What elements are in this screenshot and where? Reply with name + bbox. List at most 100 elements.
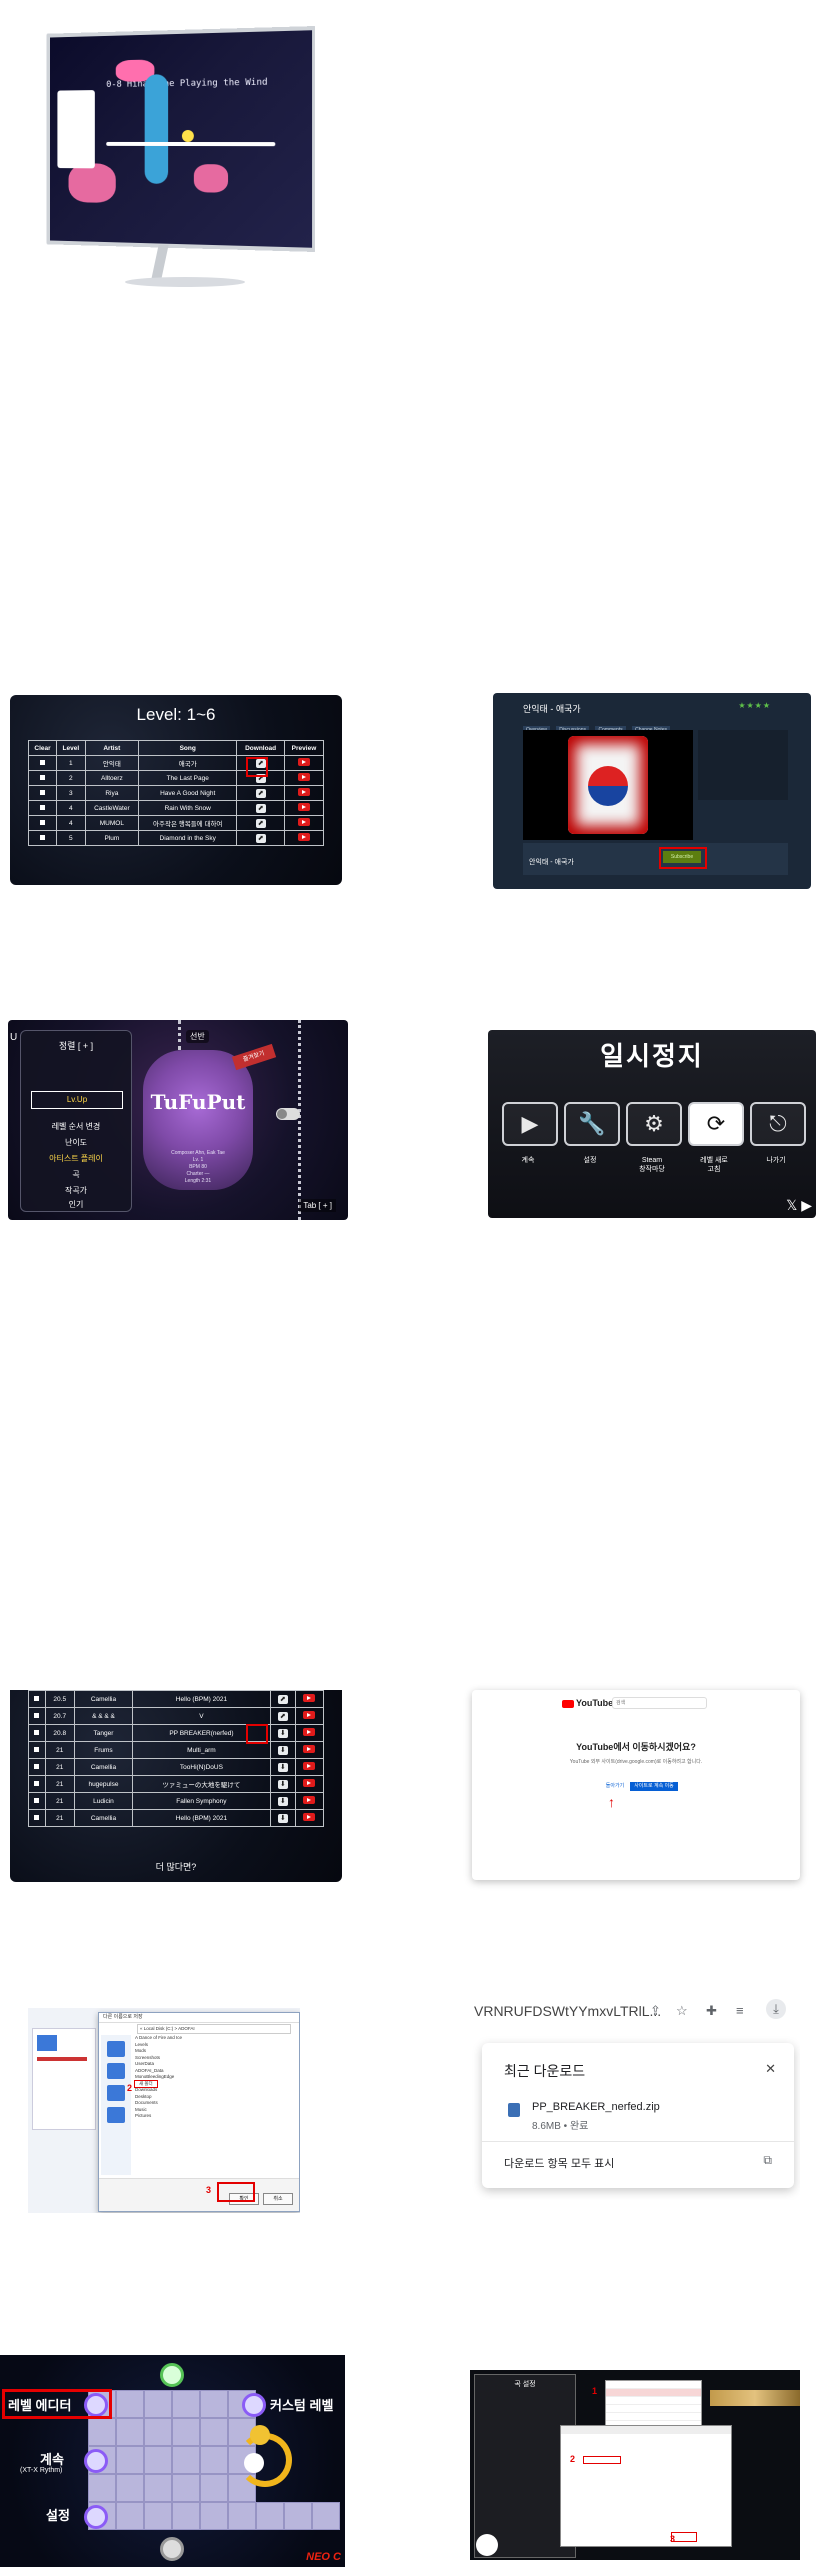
clear-checkbox[interactable] bbox=[34, 1729, 40, 1735]
artist-cell: Camellia bbox=[73, 1690, 134, 1708]
youtube-preview-icon[interactable] bbox=[303, 1711, 316, 1719]
level-cell: 21 bbox=[44, 1741, 75, 1759]
youtube-preview-icon[interactable] bbox=[297, 788, 310, 796]
download-icon[interactable]: ⬇ bbox=[277, 1728, 288, 1738]
download-icon[interactable]: ⬇ bbox=[277, 1779, 288, 1789]
song-cell: Hello (BPM) 2021 bbox=[132, 1809, 271, 1827]
extensions-icon[interactable]: ✚ bbox=[706, 2003, 717, 2019]
clear-checkbox[interactable] bbox=[34, 1712, 40, 1718]
download-icon[interactable]: ⬈ bbox=[277, 1711, 288, 1721]
settings-label: 설정 bbox=[46, 2508, 70, 2523]
desktop-icon[interactable] bbox=[107, 2041, 125, 2057]
clear-checkbox[interactable] bbox=[40, 774, 46, 780]
download-icon[interactable]: ⬈ bbox=[255, 788, 266, 798]
download-icon[interactable]: ⬇ bbox=[277, 1813, 288, 1823]
clear-checkbox[interactable] bbox=[34, 1797, 40, 1803]
close-icon[interactable]: ✕ bbox=[765, 2061, 776, 2077]
mini-label: U bbox=[10, 1032, 18, 1043]
settings-portal[interactable] bbox=[84, 2505, 108, 2529]
sort-option[interactable]: 레벨 순서 변경 bbox=[21, 1121, 131, 1132]
folder-item[interactable]: Pictures bbox=[135, 2113, 285, 2120]
artist-cell: Riya bbox=[84, 785, 140, 801]
menu-item[interactable] bbox=[606, 2381, 701, 2389]
artist-cell: MUMOL bbox=[84, 815, 140, 831]
selected-file-highlight[interactable] bbox=[583, 2456, 621, 2464]
youtube-preview-icon[interactable] bbox=[303, 1745, 316, 1753]
youtube-preview-icon[interactable] bbox=[303, 1796, 316, 1804]
download-file-name[interactable]: PP_BREAKER_nerfed.zip bbox=[532, 2101, 660, 2113]
top-portal[interactable] bbox=[160, 2363, 184, 2387]
clear-checkbox[interactable] bbox=[40, 819, 46, 825]
clear-checkbox[interactable] bbox=[34, 1695, 40, 1701]
song-select-screen: U 정렬 [ + ] Lv.Up 레벨 순서 변경 난이도 아티스트 플레이 곡… bbox=[8, 1020, 348, 1220]
download-icon[interactable]: ⤓ bbox=[766, 1999, 786, 2019]
youtube-preview-icon[interactable] bbox=[297, 818, 310, 826]
custom-level-portal[interactable] bbox=[242, 2393, 266, 2417]
youtube-preview-icon[interactable] bbox=[297, 803, 310, 811]
clear-checkbox[interactable] bbox=[34, 1746, 40, 1752]
sort-option[interactable]: 인기 bbox=[21, 1199, 131, 1210]
cancel-button[interactable]: 취소 bbox=[263, 2193, 293, 2205]
youtube-preview-icon[interactable] bbox=[303, 1779, 316, 1787]
documents-icon[interactable] bbox=[107, 2063, 125, 2079]
clear-checkbox[interactable] bbox=[40, 789, 46, 795]
continue-portal[interactable] bbox=[84, 2449, 108, 2473]
sort-option[interactable]: 아티스트 플레이 bbox=[21, 1153, 131, 1164]
menu-item[interactable] bbox=[606, 2389, 701, 2397]
resume-button[interactable]: ▶ bbox=[502, 1102, 558, 1146]
sort-option[interactable]: 난이도 bbox=[21, 1137, 131, 1148]
youtube-preview-icon[interactable] bbox=[303, 1694, 316, 1702]
song-cell: Diamond in the Sky bbox=[138, 830, 238, 846]
download-icon[interactable]: ⬇ bbox=[277, 1762, 288, 1772]
menu-item[interactable] bbox=[606, 2405, 701, 2413]
reading-list-icon[interactable]: ≡ bbox=[736, 2003, 744, 2018]
level-cell: 20.8 bbox=[44, 1724, 75, 1742]
clear-checkbox[interactable] bbox=[40, 834, 46, 840]
settings-button[interactable]: 🔧 bbox=[564, 1102, 620, 1146]
download-icon[interactable]: ⬈ bbox=[255, 818, 266, 828]
url-text[interactable]: VRNRUFDSWtYYmxvLTRlL... bbox=[474, 2003, 661, 2019]
clear-checkbox[interactable] bbox=[34, 1814, 40, 1820]
continue-to-site-button[interactable]: 사이트로 계속 이동 bbox=[630, 1782, 678, 1791]
menu-item[interactable] bbox=[606, 2413, 701, 2421]
menu-item[interactable] bbox=[606, 2397, 701, 2405]
favorite-tag[interactable]: 즐겨찾기 bbox=[231, 1043, 277, 1071]
youtube-preview-icon[interactable] bbox=[297, 773, 310, 781]
share-icon[interactable]: ⇪ bbox=[650, 2003, 661, 2019]
youtube-preview-icon[interactable] bbox=[303, 1813, 316, 1821]
download-icon[interactable]: ⬇ bbox=[277, 1796, 288, 1806]
download-icon[interactable]: ⬇ bbox=[277, 1745, 288, 1755]
song-settings-title: 곡 설정 bbox=[514, 2381, 536, 2388]
dialog-titlebar bbox=[561, 2426, 731, 2434]
sort-option[interactable]: 곡 bbox=[21, 1169, 131, 1180]
clear-checkbox[interactable] bbox=[40, 759, 46, 765]
download-icon[interactable]: ⬈ bbox=[255, 803, 266, 813]
youtube-search-input[interactable]: 검색 bbox=[612, 1697, 707, 1709]
address-bar[interactable]: « Local Disk (C:) > ADOFAI bbox=[137, 2024, 291, 2034]
open-external-icon[interactable]: ⧉ bbox=[763, 2153, 772, 2168]
editor-logo-icon bbox=[476, 2534, 498, 2556]
download-icon[interactable]: ⬈ bbox=[255, 833, 266, 843]
folder-item[interactable]: MonoBleedingEdge bbox=[135, 2074, 285, 2081]
refresh-levels-button[interactable]: ⟳ bbox=[688, 1102, 744, 1146]
youtube-preview-icon[interactable] bbox=[303, 1728, 316, 1736]
youtube-preview-icon[interactable] bbox=[297, 758, 310, 766]
favorite-toggle[interactable] bbox=[276, 1108, 300, 1120]
clear-checkbox[interactable] bbox=[34, 1780, 40, 1786]
bottom-portal[interactable] bbox=[160, 2537, 184, 2561]
youtube-preview-icon[interactable] bbox=[303, 1762, 316, 1770]
show-all-downloads-link[interactable]: 다운로드 항목 모두 표시 bbox=[504, 2155, 614, 2171]
youtube-preview-icon[interactable] bbox=[297, 833, 310, 841]
network-icon[interactable] bbox=[107, 2107, 125, 2123]
clear-checkbox[interactable] bbox=[34, 1763, 40, 1769]
steam-workshop-button[interactable]: ⚙ bbox=[626, 1102, 682, 1146]
pc-icon[interactable] bbox=[107, 2085, 125, 2101]
bookmark-star-icon[interactable]: ☆ bbox=[676, 2003, 688, 2019]
sort-selected[interactable]: Lv.Up bbox=[31, 1091, 123, 1109]
clear-checkbox[interactable] bbox=[40, 804, 46, 810]
download-icon[interactable]: ⬈ bbox=[277, 1694, 288, 1704]
back-button[interactable]: 돌아가기 bbox=[600, 1782, 630, 1791]
sort-option[interactable]: 작곡가 bbox=[21, 1185, 131, 1196]
level-cover-art[interactable]: TuFuPut Composer Ahn, Eak Tae Lv. 1 BPM … bbox=[143, 1050, 253, 1190]
exit-button[interactable]: ⎋ bbox=[750, 1102, 806, 1146]
